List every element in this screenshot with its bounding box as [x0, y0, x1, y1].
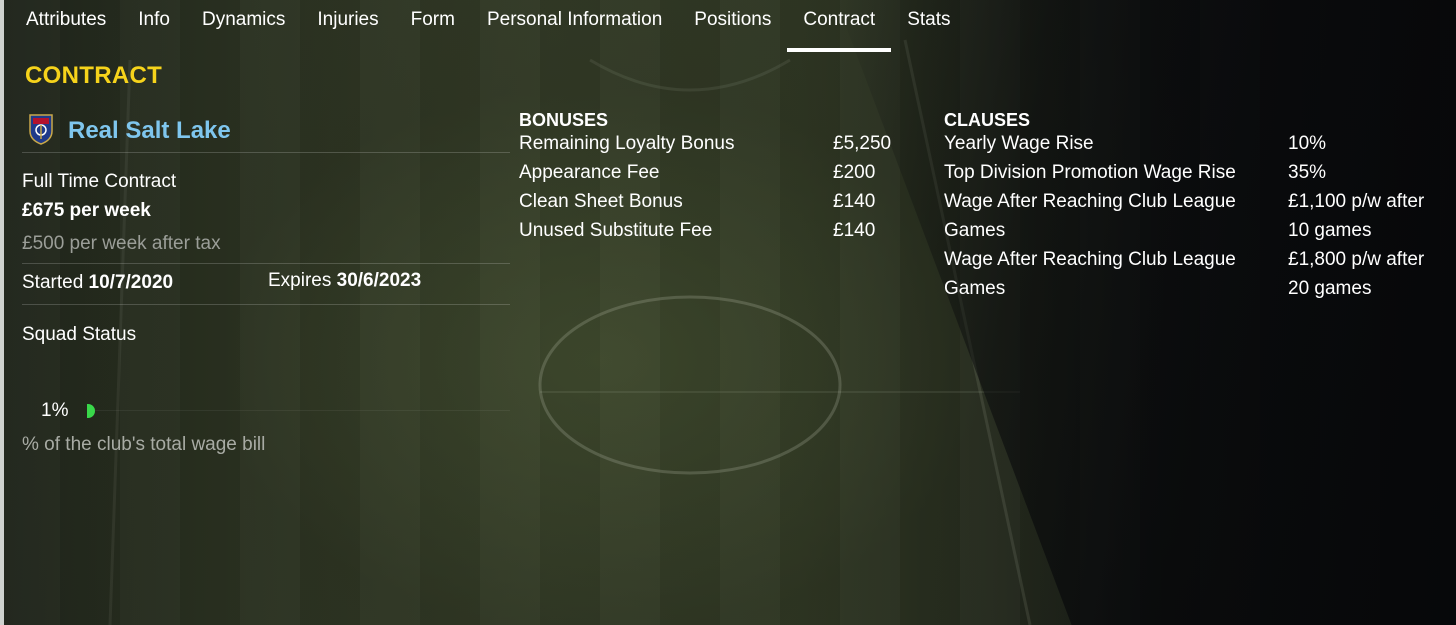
squad-status-label: Squad Status — [22, 324, 137, 345]
bonus-label: Clean Sheet Bonus — [519, 191, 683, 212]
wage-bill-bar — [87, 404, 95, 418]
contract-type: Full Time Contract — [22, 171, 177, 192]
bonus-value: £140 — [833, 220, 876, 241]
tab-personal-information[interactable]: Personal Information — [471, 0, 678, 52]
tab-injuries[interactable]: Injuries — [301, 0, 394, 52]
real-salt-lake-crest-icon — [22, 113, 68, 149]
section-title: CONTRACT — [25, 62, 163, 89]
clause-value: £1,800 p/w after — [1288, 249, 1425, 270]
expires-label: Expires — [268, 270, 332, 291]
bonus-value: £140 — [833, 191, 876, 212]
club-row[interactable]: Real Salt Lake — [22, 110, 510, 153]
clause-label: Wage After Reaching Club League — [944, 249, 1236, 270]
pitch-markings — [108, 39, 1032, 625]
started-value: 10/7/2020 — [88, 272, 174, 293]
window-edge — [0, 0, 4, 625]
tab-contract[interactable]: Contract — [787, 0, 892, 52]
stadium-stands — [836, 0, 1456, 625]
clause-label: Yearly Wage Rise — [944, 133, 1094, 154]
bonus-value: £5,250 — [833, 133, 892, 154]
wage-after-tax: £500 per week after tax — [22, 233, 221, 254]
started-date: Started 10/7/2020 — [22, 272, 173, 294]
clause-value: 10% — [1288, 133, 1327, 154]
wage-bill-percent: 1% — [41, 400, 69, 421]
tab-stats[interactable]: Stats — [891, 0, 966, 52]
clause-value: 35% — [1288, 162, 1327, 183]
clause-value: 20 games — [1288, 278, 1372, 299]
clauses-title: CLAUSES — [944, 110, 1031, 130]
clause-label: Games — [944, 278, 1006, 299]
weekly-wage: £675 per week — [22, 200, 151, 221]
wage-bill-caption: % of the club's total wage bill — [22, 434, 266, 455]
bonuses-title: BONUSES — [519, 110, 609, 130]
club-name[interactable]: Real Salt Lake — [68, 117, 231, 145]
tab-positions[interactable]: Positions — [678, 0, 787, 52]
bonus-label: Unused Substitute Fee — [519, 220, 713, 241]
wage-bill-track — [95, 410, 510, 411]
divider — [22, 304, 510, 305]
tab-attributes[interactable]: Attributes — [10, 0, 122, 52]
clause-value: 10 games — [1288, 220, 1372, 241]
tab-dynamics[interactable]: Dynamics — [186, 0, 301, 52]
bonus-label: Remaining Loyalty Bonus — [519, 133, 735, 154]
clause-value: £1,100 p/w after — [1288, 191, 1425, 212]
expires-date: Expires 30/6/2023 — [268, 270, 421, 292]
clause-label: Games — [944, 220, 1006, 241]
bonus-value: £200 — [833, 162, 876, 183]
expires-value: 30/6/2023 — [336, 270, 422, 291]
tab-form[interactable]: Form — [395, 0, 471, 52]
clause-label: Wage After Reaching Club League — [944, 191, 1236, 212]
pitch-background — [0, 0, 1456, 625]
bonus-label: Appearance Fee — [519, 162, 660, 183]
tab-bar: Attributes Info Dynamics Injuries Form P… — [10, 0, 967, 52]
divider — [22, 263, 510, 264]
tab-info[interactable]: Info — [122, 0, 186, 52]
clause-label: Top Division Promotion Wage Rise — [944, 162, 1236, 183]
started-label: Started — [22, 272, 84, 293]
